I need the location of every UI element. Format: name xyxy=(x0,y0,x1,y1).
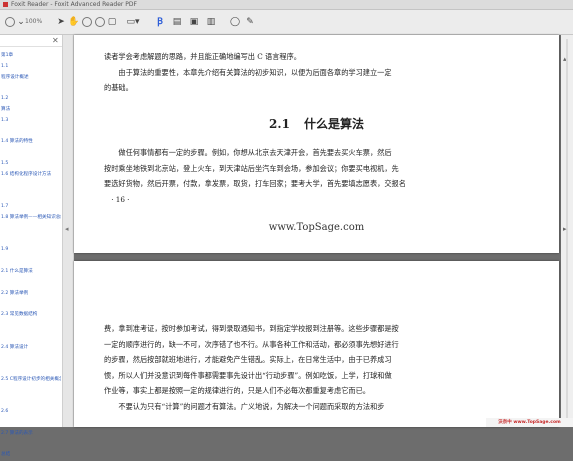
sidebar-bookmark-item[interactable]: 1.4 算法的特性 xyxy=(1,137,61,148)
close-icon[interactable]: ✕ xyxy=(52,36,59,45)
sidebar-bookmark-item[interactable] xyxy=(1,299,61,310)
sidebar-bookmark-item[interactable] xyxy=(1,321,61,332)
site-badge: 沃奈中 www.TopSage.com xyxy=(486,418,573,427)
zoom-out-icon[interactable] xyxy=(5,17,15,27)
sidebar-bookmark-item[interactable]: 1.1 xyxy=(1,62,61,73)
window-title: Foxit Reader - Foxit Advanced Reader PDF xyxy=(11,1,137,8)
sidebar-bookmark-item[interactable]: 1.5 xyxy=(1,159,61,170)
sidebar-bookmark-item[interactable]: 1.2 xyxy=(1,94,61,105)
select-cursor-icon[interactable]: ➤ xyxy=(56,17,66,27)
text-line: 读者学会考虑解题的思路，并且能正确地编写出 C 语言程序。 xyxy=(104,52,301,61)
typewriter-icon[interactable]: Ꞵ xyxy=(155,17,165,27)
hand-tool-icon[interactable]: ✋ xyxy=(68,17,79,27)
sidebar-bookmark-item[interactable]: 总结 xyxy=(1,450,61,461)
sidebar-bookmark-item[interactable]: 程序设计概述 xyxy=(1,73,61,84)
sidebar-bookmark-item[interactable] xyxy=(1,256,61,267)
text-line: 不要认为只有“计算”的问题才有算法。广义地说，为解决一个问题而采取的方法和步 xyxy=(118,401,385,411)
attachment-icon[interactable]: ▥ xyxy=(206,17,216,27)
text-line: 按时乘坐地铁到北京站，登上火车，到天津站后坐汽车到会场，参加会议；你要买电视机，… xyxy=(104,163,399,173)
sidebar-bookmark-item[interactable]: 1.7 xyxy=(1,202,61,213)
text-line: 的基础。 xyxy=(104,83,133,92)
sidebar-bookmark-item[interactable]: 算法 xyxy=(1,105,61,116)
text-line: 一定的顺序进行的，缺一不可，次序错了也不行。从事各种工作和活动，都必须事先想好进… xyxy=(104,339,399,349)
text-line: 的步骤，然后按部就班地进行，才能避免产生错乱。实际上，在日常生活中，由于已养成习 xyxy=(104,355,392,364)
sidebar-bookmark-item[interactable]: 第1章 xyxy=(1,51,61,62)
sidebar-bookmark-item[interactable] xyxy=(1,181,61,192)
sidebar-bookmark-item[interactable]: 1.9 xyxy=(1,245,61,256)
section-title: 什么是算法 xyxy=(303,117,364,131)
section-number: 2.1 xyxy=(269,117,290,131)
sidebar-bookmark-item[interactable] xyxy=(1,278,61,289)
sidebar-bookmark-item[interactable] xyxy=(1,83,61,94)
pencil-icon[interactable]: ✎ xyxy=(245,17,255,27)
view-mode-icon[interactable]: ▭▾ xyxy=(122,17,144,27)
text-line: 要选好货物，然后开票，付款，拿发票，取货，打车回家；要考大学，首先要填志愿表，交… xyxy=(104,179,406,188)
page-number: · 16 · xyxy=(111,194,130,204)
comment-icon[interactable]: ◯ xyxy=(230,17,240,27)
title-bar: Foxit Reader - Foxit Advanced Reader PDF xyxy=(0,0,573,10)
sidebar-bookmark-item[interactable] xyxy=(1,418,61,429)
collapse-arrow-icon[interactable]: ◂ xyxy=(65,225,69,233)
bookmark-list: 第1章 1.1 程序设计概述 1.2 算法 1.3 1.4 算法的特性 1.5 1.6 结构化程… xyxy=(1,51,61,461)
text-line: 惯，所以人们并没意识到每件事都需要事先设计出“行动步骤”。例如吃饭，上学，打球和… xyxy=(104,370,392,380)
sidebar-bookmark-item[interactable]: 2.2 算法举例 xyxy=(1,289,61,300)
sidebar-bookmark-item[interactable] xyxy=(1,440,61,451)
intro-paragraph: 读者学会考虑解题的思路，并且能正确地编写出 C 语言程序。 由于算法的重要性，本… xyxy=(104,49,534,96)
app-icon xyxy=(3,2,8,7)
sidebar-header: ✕ xyxy=(0,35,62,47)
sidebar-bookmark-item[interactable] xyxy=(1,235,61,246)
sidebar-bookmark-item[interactable] xyxy=(1,364,61,375)
sidebar-bookmark-item[interactable]: 2.1 什么是算法 xyxy=(1,267,61,278)
watermark-text: www.TopSage.com xyxy=(268,222,365,233)
sidebar-bookmark-item[interactable] xyxy=(1,353,61,364)
zoom-in-circle-icon[interactable] xyxy=(95,17,105,27)
body-paragraph: 费，拿到准考证，按时参加考试，得到录取通知书，到指定学校报到注册等。这些步骤都是… xyxy=(104,321,534,414)
sidebar-bookmark-item[interactable]: 2.5 C程序设计初步的相关概念 xyxy=(1,375,61,386)
body-paragraph: 做任何事情都有一定的步骤。例如，你想从北京去天津开会，首先要去买火车票，然后 按… xyxy=(104,145,534,207)
toolbar: ⌄ 100% ➤ ✋ ▢ ▭▾ Ꞵ ▤ ▣ ▥ ◯ ✎ xyxy=(0,10,573,35)
next-page-arrow-icon[interactable]: ▸ xyxy=(563,225,567,233)
sidebar-bookmark-item[interactable]: 2.3 常见数据结构 xyxy=(1,310,61,321)
sidebar-bookmark-item[interactable]: 2.4 算法设计 xyxy=(1,343,61,354)
sidebar-bookmark-item[interactable]: 1.3 xyxy=(1,116,61,127)
note-icon[interactable]: ▤ xyxy=(172,17,182,27)
sidebar-bookmark-item[interactable] xyxy=(1,224,61,235)
sidebar-bookmark-item[interactable] xyxy=(1,191,61,202)
sidebar-bookmark-item[interactable] xyxy=(1,148,61,159)
sidebar-bookmark-item[interactable] xyxy=(1,397,61,408)
sidebar-bookmark-item[interactable] xyxy=(1,332,61,343)
sidebar-bookmark-item[interactable]: 2.7 算法的表示 xyxy=(1,429,61,440)
vertical-scrollbar[interactable]: ▴ ▸ xyxy=(561,35,573,427)
sidebar-bookmark-item[interactable]: 1.6 结构化程序设计方法 xyxy=(1,170,61,181)
text-line: 作业等，事实上都是按照一定的规律进行的，只是人们不必每次都重复考虑它而已。 xyxy=(104,386,370,395)
zoom-level[interactable]: 100% xyxy=(25,17,42,27)
fit-page-icon[interactable]: ▢ xyxy=(107,17,117,27)
sidebar-bookmark-item[interactable]: 1.8 算法举例——相关知识总结 xyxy=(1,213,61,224)
section-heading: 2.1 什么是算法 xyxy=(74,115,559,132)
sidebar-bookmark-item[interactable] xyxy=(1,127,61,138)
sidebar-bookmark-item[interactable]: 2.6 xyxy=(1,407,61,418)
text-line: 由于算法的重要性，本章先介绍有关算法的初步知识，以便为后面各章的学习建立一定 xyxy=(118,67,392,77)
text-line: 做任何事情都有一定的步骤。例如，你想从北京去天津开会，首先要去买火车票，然后 xyxy=(118,148,392,157)
sidebar-splitter[interactable]: ◂ xyxy=(63,35,74,427)
zoom-out-circle-icon[interactable] xyxy=(82,17,92,27)
text-line: 费，拿到准考证，按时参加考试，得到录取通知书，到指定学校报到注册等。这些步骤都是… xyxy=(104,324,399,333)
image-icon[interactable]: ▣ xyxy=(189,17,199,27)
sidebar-bookmark-item[interactable] xyxy=(1,386,61,397)
pdf-page-16: 读者学会考虑解题的思路，并且能正确地编写出 C 语言程序。 由于算法的重要性，本… xyxy=(74,35,559,253)
bookmarks-sidebar: ✕ 第1章 1.1 程序设计概述 1.2 算法 1.3 1.4 算法的特性 1.5 1.6 结构… xyxy=(0,35,63,457)
pdf-page-17: 费，拿到准考证，按时参加考试，得到录取通知书，到指定学校报到注册等。这些步骤都是… xyxy=(74,261,559,427)
